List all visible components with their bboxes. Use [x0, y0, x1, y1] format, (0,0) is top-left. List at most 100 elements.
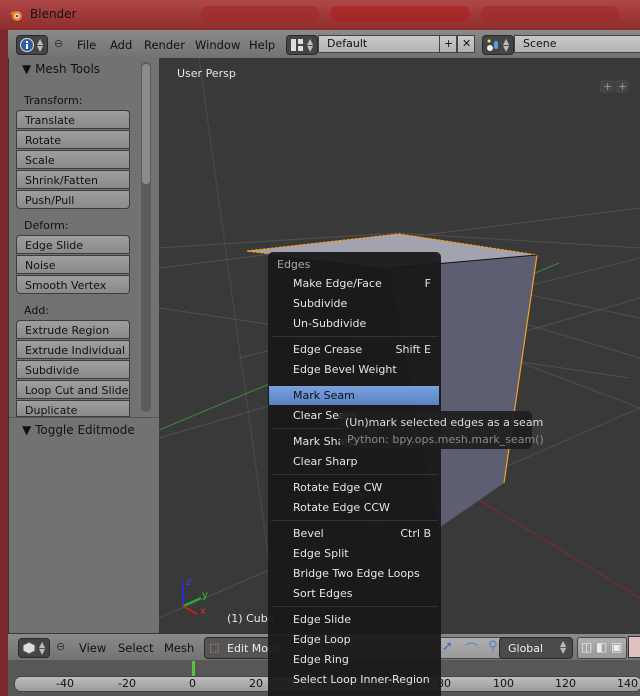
menu-mesh[interactable]: Mesh — [164, 641, 194, 655]
menu-item-sort-edges[interactable]: Sort Edges — [269, 584, 439, 603]
screen-layout-name[interactable]: Default — [318, 35, 447, 53]
tick-label: -20 — [118, 677, 136, 690]
screen-layout-selector[interactable]: ▲ ▼ — [286, 35, 318, 55]
edit-mode-icon: ⬚ — [209, 641, 220, 654]
scene-selector[interactable]: ▲ ▼ — [482, 35, 514, 55]
tick-label: 140 — [617, 677, 638, 690]
axis-gizmo: z y x — [182, 577, 208, 617]
vertex-select-icon[interactable]: ◫ — [581, 640, 592, 654]
face-select-icon[interactable]: ▣ — [611, 640, 622, 654]
menu-item-edge-slide[interactable]: Edge Slide — [269, 610, 439, 629]
subdivide-button[interactable]: Subdivide — [16, 360, 130, 379]
add-screen-button[interactable]: + — [439, 35, 457, 53]
menu-help[interactable]: Help — [249, 38, 275, 52]
tick-label: 0 — [189, 677, 196, 690]
menu-add[interactable]: Add — [110, 38, 132, 52]
menu-item-edge-ring[interactable]: Edge Ring — [269, 650, 439, 669]
rotate-manipulator-icon[interactable]: ⌒ — [465, 639, 478, 658]
svg-text:+: + — [603, 80, 612, 93]
menu-item-edge-loop[interactable]: Edge Loop — [269, 630, 439, 649]
delete-screen-button[interactable]: ✕ — [457, 35, 475, 53]
group-label-add: Add: — [24, 304, 50, 317]
scale-manipulator-icon[interactable]: ⚲ — [488, 639, 498, 654]
collapse-menu-icon[interactable]: ⊖ — [54, 37, 63, 50]
extrude-individual-button[interactable]: Extrude Individual — [16, 340, 130, 359]
menu-render[interactable]: Render — [144, 38, 185, 52]
menu-item-label: Bridge Two Edge Loops — [293, 567, 420, 580]
menu-view[interactable]: View — [79, 641, 106, 655]
x-axis-label: x — [200, 606, 206, 617]
tick-label: 20 — [249, 677, 263, 690]
mesh-tools-panel-header[interactable]: ▼ Mesh Tools — [22, 62, 100, 76]
menu-item-bevel[interactable]: Bevel Ctrl B — [269, 524, 439, 543]
menu-item-rotate-edge-ccw[interactable]: Rotate Edge CCW — [269, 498, 439, 517]
tick-label: 120 — [555, 677, 576, 690]
shortcut-label: F — [424, 277, 431, 290]
triangle-down-icon: ▼ — [22, 62, 32, 76]
menu-item-edge-bevel-weight[interactable]: Edge Bevel Weight — [269, 360, 439, 379]
scale-button[interactable]: Scale — [16, 150, 130, 169]
transform-orientation-selector[interactable]: Global ▲ ▼ — [499, 637, 573, 659]
view-perspective-label: User Persp — [177, 67, 236, 80]
loop-cut-slide-button[interactable]: Loop Cut and Slide — [16, 380, 130, 399]
toggle-editmode-panel-header[interactable]: ▼ Toggle Editmode — [22, 423, 135, 437]
shortcut-label: Ctrl B — [400, 527, 431, 540]
selection-mode-buttons[interactable]: ◫ ◧ ▣ — [577, 637, 627, 659]
menu-item-edge-split[interactable]: Edge Split — [269, 544, 439, 563]
updown-arrows-icon: ▲ ▼ — [503, 37, 510, 53]
menu-window[interactable]: Window — [195, 38, 240, 52]
window-title-bar — [0, 0, 640, 30]
menu-item-label: Mark Seam — [293, 389, 355, 402]
extrude-region-button[interactable]: Extrude Region — [16, 320, 130, 339]
editor-type-button[interactable]: ▲ ▼ — [18, 638, 50, 658]
menu-item-label: Edge Crease — [293, 343, 363, 356]
blurred-tab — [480, 6, 620, 22]
menu-item-select-loop-inner-region[interactable]: Select Loop Inner-Region — [269, 670, 439, 689]
menu-item-rotate-edge-cw[interactable]: Rotate Edge CW — [269, 478, 439, 497]
duplicate-button[interactable]: Duplicate — [16, 400, 130, 417]
panel-title: Toggle Editmode — [35, 423, 135, 437]
cube-view-icon — [22, 641, 36, 655]
edge-slide-button[interactable]: Edge Slide — [16, 235, 130, 254]
menu-item-label: Clear Sharp — [293, 455, 358, 468]
info-icon — [20, 38, 34, 52]
menu-item-un-subdivide[interactable]: Un-Subdivide — [269, 314, 439, 333]
svg-text:+: + — [618, 80, 627, 93]
menu-item-clear-sharp[interactable]: Clear Sharp — [269, 452, 439, 471]
blurred-tab — [200, 6, 320, 22]
translate-manipulator-icon[interactable]: ➚ — [442, 639, 453, 654]
editor-type-button[interactable]: ▲ ▼ — [16, 35, 48, 55]
menu-item-bridge-two-edge-loops[interactable]: Bridge Two Edge Loops — [269, 564, 439, 583]
menu-item-make-edge-face[interactable]: Make Edge/Face F — [269, 274, 439, 293]
menu-item-edge-crease[interactable]: Edge Crease Shift E — [269, 340, 439, 359]
menu-item-label: Edge Bevel Weight — [293, 363, 397, 376]
noise-button[interactable]: Noise — [16, 255, 130, 274]
menu-title: Edges — [277, 258, 311, 271]
menu-item-label: Edge Slide — [293, 613, 352, 626]
menu-file[interactable]: File — [77, 38, 96, 52]
translate-button[interactable]: Translate — [16, 110, 130, 129]
edge-select-icon[interactable]: ◧ — [596, 640, 607, 654]
z-axis-label: z — [186, 577, 191, 588]
render-icon[interactable] — [628, 636, 640, 658]
menu-separator — [272, 606, 438, 607]
collapse-menu-icon[interactable]: ⊖ — [56, 640, 65, 653]
smooth-vertex-button[interactable]: Smooth Vertex — [16, 275, 130, 294]
menu-item-subdivide[interactable]: Subdivide — [269, 294, 439, 313]
menu-select[interactable]: Select — [118, 641, 153, 655]
menu-item-label: Subdivide — [293, 297, 348, 310]
scene-name[interactable]: Scene — [514, 35, 640, 53]
toolshelf-scrollbar-thumb[interactable] — [142, 64, 150, 184]
rotate-button[interactable]: Rotate — [16, 130, 130, 149]
menu-separator — [272, 336, 438, 337]
current-frame-marker[interactable] — [192, 661, 195, 676]
tooltip-description: (Un)mark selected edges as a seam — [345, 416, 544, 429]
blender-logo-icon — [10, 11, 22, 21]
shrink-fatten-button[interactable]: Shrink/Fatten — [16, 170, 130, 189]
orientation-label: Global — [508, 642, 544, 655]
updown-arrows-icon: ▲ ▼ — [307, 37, 314, 53]
menu-item-mark-seam[interactable]: Mark Seam — [269, 386, 439, 405]
menu-separator — [272, 520, 438, 521]
panel-expand-buttons[interactable]: + + — [600, 80, 629, 93]
push-pull-button[interactable]: Push/Pull — [16, 190, 130, 209]
